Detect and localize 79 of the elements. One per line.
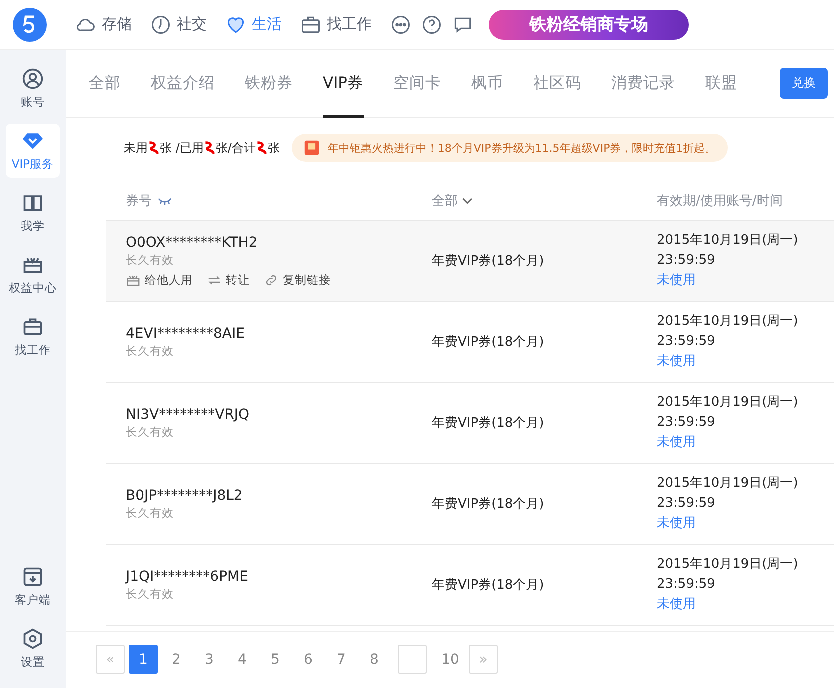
column-header: 有效期/使用账号/时间	[657, 194, 783, 209]
tab[interactable]: 消费记录	[612, 50, 676, 118]
coupon-type: 年费VIP券(18个月)	[432, 416, 544, 431]
expiry-date: 2015年10月19日(周一)	[657, 394, 800, 412]
more-icon[interactable]	[390, 14, 412, 36]
summary-text: 张	[268, 140, 280, 156]
status-text: 未使用	[657, 353, 697, 371]
sidebar-item[interactable]: 找工作	[6, 310, 60, 364]
tab[interactable]: VIP券	[323, 50, 364, 118]
settings-icon	[22, 628, 44, 650]
sidebar-item[interactable]: 我学	[6, 186, 60, 240]
coupon-type: 年费VIP券(18个月)	[432, 254, 544, 269]
expiry-date: 2015年10月19日(周一)	[657, 556, 800, 574]
status-text: 未使用	[657, 434, 697, 452]
page-button[interactable]: 1	[129, 645, 158, 674]
validity-text: 长久有效	[126, 424, 175, 440]
row-action[interactable]: 给他人用	[126, 272, 193, 288]
row-action[interactable]: 转让	[207, 272, 250, 288]
coupon-code: B0JP********J8L2	[126, 488, 244, 504]
top-nav-item[interactable]: 存储	[75, 14, 132, 36]
tab[interactable]: 空间卡	[394, 50, 442, 118]
validity-text: 长久有效	[126, 586, 175, 602]
next-page-button[interactable]: »	[469, 645, 498, 674]
hidden-eye-icon[interactable]	[158, 196, 172, 206]
coupon-type: 年费VIP券(18个月)	[432, 497, 544, 512]
tab[interactable]: 铁粉券	[245, 50, 293, 118]
tab[interactable]: 全部	[89, 50, 121, 118]
tab[interactable]: 社区码	[534, 50, 582, 118]
top-nav-item[interactable]: 找工作	[300, 14, 372, 36]
validity-text: 长久有效	[126, 506, 175, 520]
user-icon	[22, 68, 44, 90]
expiry-date: 2015年10月19日(周一)	[657, 475, 800, 493]
column-header: 券号	[126, 193, 152, 210]
redeem-button[interactable]: 兑换	[780, 68, 828, 99]
coupon-code: O0OX********KTH2	[126, 234, 259, 250]
expiry-date: 2015年10月19日(周一)	[657, 232, 800, 250]
expiry-time: 23:59:59	[657, 576, 716, 594]
summary-text: 张 /已用	[160, 140, 204, 156]
status-text: 未使用	[657, 596, 697, 614]
briefcase-icon	[22, 316, 44, 338]
promo-text: 年中钜惠火热进行中！18个月VIP券升级为11.5年超级VIP券，限时充值1折起。	[328, 140, 716, 156]
validity-text: 长久有效	[126, 252, 175, 268]
top-nav-item[interactable]: 生活	[225, 14, 282, 36]
sidebar-item[interactable]: 设置	[6, 622, 60, 676]
coupon-code: NI3V********VRJQ	[126, 406, 251, 422]
clock-icon	[150, 14, 172, 36]
sidebar-item[interactable]: 客户端	[6, 560, 60, 614]
type-filter[interactable]: 全部	[432, 192, 657, 210]
expiry-time: 23:59:59	[657, 333, 716, 351]
expiry-time: 23:59:59	[657, 414, 716, 432]
link-icon	[264, 272, 279, 288]
coupon-code: J1QI********6PME	[126, 568, 250, 584]
page-jump-field[interactable]	[398, 645, 427, 674]
expiry-time: 23:59:59	[657, 495, 716, 513]
help-icon[interactable]	[421, 14, 443, 36]
expiry-date: 2015年10月19日(周一)	[657, 313, 800, 331]
validity-text: 长久有效	[126, 344, 175, 358]
envelope-icon	[304, 140, 320, 156]
coupon-type: 年费VIP券(18个月)	[432, 578, 544, 593]
sidebar-item[interactable]: 权益中心	[6, 248, 60, 302]
status-text: 未使用	[657, 515, 697, 533]
coupon-type: 年费VIP券(18个月)	[432, 335, 544, 350]
tab[interactable]: 联盟	[706, 50, 738, 118]
tab[interactable]: 权益介绍	[151, 50, 215, 118]
status-text: 未使用	[657, 272, 697, 290]
summary-text: 张/合计	[216, 140, 256, 156]
tab[interactable]: 枫币	[472, 50, 504, 118]
chevron-down-icon	[462, 198, 473, 204]
sidebar-item[interactable]: 账号	[6, 62, 60, 116]
coupon-code: 4EVI********8AIE	[126, 326, 246, 342]
summary-text: 未用	[124, 140, 148, 156]
promo-banner[interactable]: 铁粉经销商专场	[489, 10, 689, 40]
download-box-icon	[22, 566, 44, 588]
top-nav-item[interactable]: 社交	[150, 14, 207, 36]
row-action[interactable]: 复制链接	[264, 272, 331, 288]
sidebar-item[interactable]: VIP服务	[6, 124, 60, 178]
previous-page-button[interactable]: «	[96, 645, 125, 674]
expiry-time: 23:59:59	[657, 252, 716, 270]
logo-icon[interactable]	[13, 8, 47, 42]
